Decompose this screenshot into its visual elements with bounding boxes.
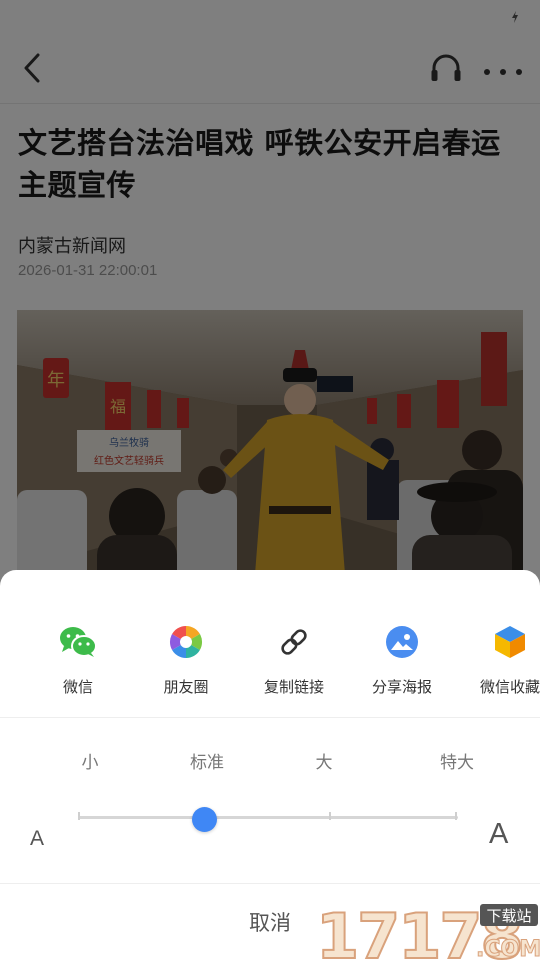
- slider-tick: [329, 812, 331, 820]
- font-size-option-extra-large[interactable]: 特大: [440, 748, 474, 773]
- font-size-slider-track[interactable]: [78, 816, 458, 819]
- font-size-small-marker: A: [30, 827, 45, 850]
- watermark-tag: 下载站: [486, 907, 531, 925]
- wechat-favorites-label: 微信收藏: [479, 678, 540, 696]
- sheet-divider: [0, 717, 540, 718]
- slider-tick: [455, 812, 457, 820]
- watermark-suffix: .COM: [476, 937, 540, 960]
- font-size-slider-thumb[interactable]: [192, 807, 217, 832]
- share-poster-button[interactable]: 分享海报: [352, 622, 452, 697]
- wechat-favorites-button[interactable]: 微信收藏: [460, 622, 540, 697]
- font-size-option-standard[interactable]: 标准: [190, 748, 224, 773]
- font-size-option-large[interactable]: 大: [316, 748, 333, 773]
- share-moments-label: 朋友圈: [163, 678, 209, 696]
- copy-link-button[interactable]: 复制链接: [244, 622, 344, 697]
- share-poster-label: 分享海报: [371, 678, 432, 696]
- share-wechat-label: 微信: [62, 678, 93, 696]
- share-targets-row: 微信 朋友圈 复制链接 分享海报 微信收藏: [0, 622, 540, 702]
- font-size-option-small[interactable]: 小: [82, 748, 99, 773]
- moments-icon: [166, 622, 206, 662]
- wechat-icon: [58, 622, 98, 662]
- share-wechat-button[interactable]: 微信: [28, 622, 128, 697]
- font-size-large-marker: A: [489, 818, 509, 850]
- poster-image-icon: [382, 622, 422, 662]
- wechat-favorites-icon: [490, 622, 530, 662]
- link-icon: [274, 622, 314, 662]
- copy-link-label: 复制链接: [263, 678, 324, 696]
- share-moments-button[interactable]: 朋友圈: [136, 622, 236, 697]
- slider-tick: [78, 812, 80, 820]
- site-watermark: 17178 下载站 .COM: [314, 896, 540, 960]
